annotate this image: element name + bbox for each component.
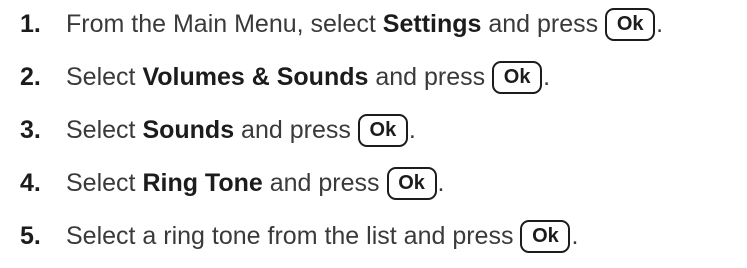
step-number: 2.	[20, 62, 41, 91]
step-number: 3.	[20, 115, 41, 144]
step-period: .	[543, 62, 551, 91]
ok-key-icon: Ok	[520, 219, 571, 253]
step-text-before: Select	[66, 115, 143, 144]
step-number: 1.	[20, 9, 41, 38]
step-period: .	[408, 115, 416, 144]
step-text-before: Select a ring tone from the list and pre…	[66, 221, 514, 250]
step-5: 5. Select a ring tone from the list and …	[20, 216, 578, 256]
step-text: Select Sounds and press Ok.	[66, 113, 416, 147]
ok-key-icon: Ok	[357, 113, 408, 147]
step-text: Select Ring Tone and press Ok.	[66, 166, 445, 200]
step-text-before: From the Main Menu, select	[66, 9, 383, 38]
step-bold-term: Volumes & Sounds	[142, 62, 369, 91]
step-text-after: and press	[368, 62, 486, 91]
step-text: Select a ring tone from the list and pre…	[66, 219, 579, 253]
step-period: .	[437, 168, 445, 197]
step-text-after: and press	[262, 168, 380, 197]
step-period: .	[571, 221, 579, 250]
step-number: 5.	[20, 221, 41, 250]
step-3: 3. Select Sounds and press Ok.	[20, 110, 416, 150]
step-text: From the Main Menu, select Settings and …	[66, 7, 664, 41]
step-bold-term: Sounds	[142, 115, 235, 144]
ok-key-icon: Ok	[492, 60, 543, 94]
step-bold-term: Ring Tone	[142, 168, 263, 197]
step-1: 1. From the Main Menu, select Settings a…	[20, 4, 663, 44]
step-number: 4.	[20, 168, 41, 197]
step-bold-term: Settings	[382, 9, 482, 38]
step-text-after: and press	[234, 115, 351, 144]
ok-key-icon: Ok	[605, 7, 656, 41]
step-text-before: Select	[66, 62, 143, 91]
step-4: 4. Select Ring Tone and press Ok.	[20, 163, 445, 203]
step-2: 2. Select Volumes & Sounds and press Ok.	[20, 57, 550, 97]
step-text: Select Volumes & Sounds and press Ok.	[66, 60, 551, 94]
ok-key-icon: Ok	[386, 166, 437, 200]
step-period: .	[656, 9, 664, 38]
step-text-after: and press	[481, 9, 599, 38]
step-text-before: Select	[66, 168, 143, 197]
